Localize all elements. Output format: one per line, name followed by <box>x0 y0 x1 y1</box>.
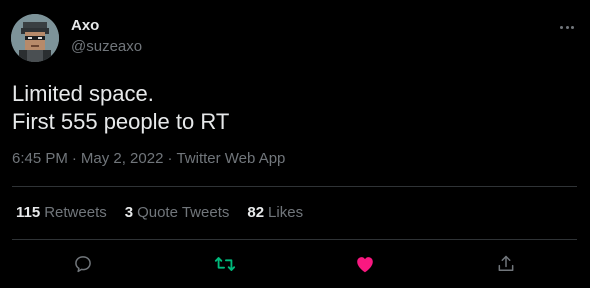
likes-label: Likes <box>268 204 304 221</box>
retweet-icon <box>214 257 236 271</box>
display-name[interactable]: Axo <box>71 17 99 35</box>
tweet-line: First 555 people to RT <box>12 109 230 134</box>
tweet-time[interactable]: 6:45 PM <box>12 150 68 167</box>
meta-separator: · <box>167 150 173 167</box>
divider <box>12 186 577 187</box>
tweet-meta: 6:45 PM · May 2, 2022 · Twitter Web App <box>12 150 285 168</box>
retweets-stat[interactable]: 115 Retweets <box>16 204 107 222</box>
tweet-line: Limited space. <box>12 81 154 106</box>
pixel-art-avatar-icon <box>11 14 59 62</box>
share-icon <box>498 255 514 271</box>
heart-icon <box>357 257 373 273</box>
tweet-text: Limited space. First 555 people to RT <box>12 80 229 136</box>
like-button[interactable] <box>351 250 379 278</box>
tweet: Axo @suzeaxo Limited space. First 555 pe… <box>0 0 590 288</box>
meta-separator: · <box>71 150 77 167</box>
tweet-client[interactable]: Twitter Web App <box>176 150 285 167</box>
avatar[interactable] <box>11 14 59 62</box>
share-button[interactable] <box>492 250 520 278</box>
reply-button[interactable] <box>69 250 97 278</box>
quote-tweets-count: 3 <box>124 204 134 221</box>
likes-stat[interactable]: 82 Likes <box>247 204 303 222</box>
retweets-label: Retweets <box>44 204 107 221</box>
user-handle[interactable]: @suzeaxo <box>71 38 142 56</box>
quote-tweets-label: Quote Tweets <box>137 204 230 221</box>
retweets-count: 115 <box>16 204 41 221</box>
more-options-icon[interactable] <box>552 14 582 40</box>
likes-count: 82 <box>247 204 265 221</box>
tweet-date[interactable]: May 2, 2022 <box>81 150 164 167</box>
tweet-stats: 115 Retweets 3 Quote Tweets 82 Likes <box>16 204 321 222</box>
action-bar <box>0 250 590 278</box>
reply-icon <box>75 256 91 273</box>
quote-tweets-stat[interactable]: 3 Quote Tweets <box>125 204 230 222</box>
retweet-button[interactable] <box>211 250 239 278</box>
divider <box>12 239 577 240</box>
